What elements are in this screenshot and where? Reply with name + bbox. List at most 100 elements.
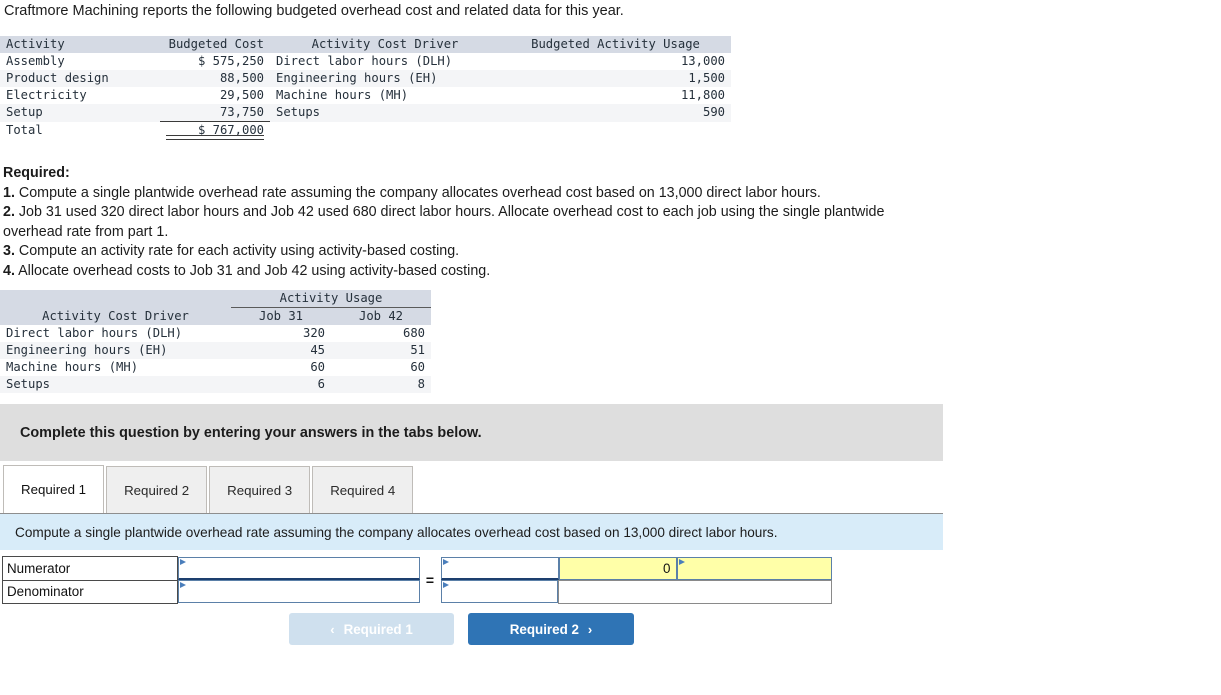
table-row: Direct labor hours (DLH) 320 680	[0, 325, 431, 342]
cell-activity: Electricity	[0, 87, 160, 104]
chevron-left-icon: ‹	[330, 621, 335, 637]
table-header-row: Activity Budgeted Cost Activity Cost Dri…	[0, 36, 731, 53]
col-job-42: Job 42	[331, 307, 431, 325]
tab-required-1-label: Required 1	[21, 482, 87, 497]
cell-job42: 680	[331, 325, 431, 342]
prev-required-label: Required 1	[343, 621, 413, 637]
col-activity-cost-driver: Activity Cost Driver	[0, 307, 231, 325]
overhead-rate-form: Numerator = 0 Denominator	[2, 556, 832, 604]
required-item-1-text: Compute a single plantwide overhead rate…	[14, 184, 821, 201]
tab-required-4[interactable]: Required 4	[312, 466, 414, 513]
required-item-2-num: 2.	[3, 204, 15, 220]
numerator-input[interactable]	[178, 556, 420, 580]
chevron-right-icon: ›	[587, 621, 593, 637]
table-span-header-row: Activity Usage	[0, 290, 431, 308]
cell-driver: Direct labor hours (DLH)	[0, 325, 231, 342]
cell-total-cost: $ 767,000	[160, 121, 270, 139]
col-budgeted-activity-usage: Budgeted Activity Usage	[500, 36, 731, 53]
cell-usage: 11,800	[500, 87, 731, 104]
result-value-cell[interactable]: 0	[558, 556, 677, 581]
cell-driver: Engineering hours (EH)	[0, 342, 231, 359]
intro-text: Craftmore Machining reports the followin…	[4, 3, 624, 19]
tab-required-2-label: Required 2	[124, 482, 190, 498]
required-item-1-num: 1.	[3, 184, 15, 201]
tab-required-3[interactable]: Required 3	[209, 466, 311, 513]
tab-required-2[interactable]: Required 2	[106, 466, 208, 513]
table-row: Setups 6 8	[0, 376, 431, 393]
required-item-2: 2. Job 31 used 320 direct labor hours an…	[3, 203, 933, 242]
required-item-1: 1. Compute a single plantwide overhead r…	[3, 184, 933, 204]
cell-cost: $ 575,250	[160, 53, 270, 70]
cell-driver: Engineering hours (EH)	[270, 70, 500, 87]
navigation-buttons: ‹ Required 1 Required 2 ›	[289, 613, 634, 645]
tab-required-4-label: Required 4	[330, 482, 396, 498]
table-row: Electricity 29,500 Machine hours (MH) 11…	[0, 87, 731, 104]
cell-job31: 60	[231, 359, 331, 376]
cell-driver: Setups	[270, 104, 500, 122]
required-block: Required: 1. Compute a single plantwide …	[3, 164, 933, 281]
col-activity-cost-driver: Activity Cost Driver	[270, 36, 500, 53]
result-unit-input[interactable]	[676, 556, 832, 580]
tab-instruction-text: Compute a single plantwide overhead rate…	[15, 524, 778, 540]
tab-instruction-banner: Compute a single plantwide overhead rate…	[0, 513, 943, 550]
col-activity: Activity	[0, 36, 160, 53]
required-item-3-text: Compute an activity rate for each activi…	[14, 243, 460, 259]
tab-required-1[interactable]: Required 1	[3, 465, 105, 513]
cell-activity: Setup	[0, 104, 160, 122]
required-item-2-text: Job 31 used 320 direct labor hours and J…	[3, 204, 885, 240]
table-row: Assembly $ 575,250 Direct labor hours (D…	[0, 53, 731, 70]
cell-activity: Assembly	[0, 53, 160, 70]
numerator-label: Numerator	[2, 556, 178, 581]
complete-question-text: Complete this question by entering your …	[20, 424, 482, 441]
budgeted-overhead-table: Activity Budgeted Cost Activity Cost Dri…	[0, 36, 731, 139]
cell-job42: 8	[331, 376, 431, 393]
result-unit-cell[interactable]	[676, 556, 832, 581]
cell-usage: 13,000	[500, 53, 731, 70]
question-page: Craftmore Machining reports the followin…	[0, 0, 1221, 695]
result-numerator-cell[interactable]	[440, 556, 559, 581]
numerator-input-cell[interactable]	[178, 556, 420, 581]
col-job-31: Job 31	[231, 307, 331, 325]
table-row: Engineering hours (EH) 45 51	[0, 342, 431, 359]
result-denominator-cell[interactable]	[440, 580, 559, 603]
result-empty-cell	[558, 579, 832, 604]
result-numerator-input[interactable]	[440, 556, 559, 580]
cell-usage: 1,500	[500, 70, 731, 87]
cell-job42: 51	[331, 342, 431, 359]
cell-cost: 29,500	[160, 87, 270, 104]
next-required-label: Required 2	[509, 621, 579, 637]
required-item-3: 3. Compute an activity rate for each act…	[3, 242, 933, 262]
col-budgeted-cost: Budgeted Cost	[160, 36, 270, 53]
next-required-button[interactable]: Required 2 ›	[468, 613, 634, 645]
cell-driver-empty	[270, 121, 500, 139]
required-item-3-num: 3.	[3, 243, 15, 259]
cell-job31: 45	[231, 342, 331, 359]
table-total-row: Total $ 767,000	[0, 121, 731, 139]
required-item-4-text: Allocate overhead costs to Job 31 and Jo…	[14, 262, 491, 279]
cell-usage-empty	[500, 121, 731, 139]
cell-cost: 88,500	[160, 70, 270, 87]
denominator-input[interactable]	[178, 580, 420, 603]
requirement-tabs: Required 1 Required 2 Required 3 Require…	[3, 465, 415, 513]
denominator-label: Denominator	[2, 580, 178, 604]
overhead-rate-result[interactable]: 0	[558, 556, 677, 580]
cell-driver: Machine hours (MH)	[0, 359, 231, 376]
denominator-input-cell[interactable]	[178, 580, 420, 603]
cell-activity: Product design	[0, 70, 160, 87]
span-spacer	[0, 290, 231, 308]
table-header-row: Activity Cost Driver Job 31 Job 42	[0, 307, 431, 325]
result-denominator-input[interactable]	[440, 580, 558, 603]
overhead-rate-value: 0	[663, 560, 671, 576]
complete-question-banner: Complete this question by entering your …	[0, 404, 943, 461]
required-item-4-num: 4.	[3, 262, 15, 279]
table-row: Product design 88,500 Engineering hours …	[0, 70, 731, 87]
cell-job31: 320	[231, 325, 331, 342]
table-row: Machine hours (MH) 60 60	[0, 359, 431, 376]
denominator-row: Denominator	[2, 579, 832, 604]
cell-driver: Direct labor hours (DLH)	[270, 53, 500, 70]
prev-required-button[interactable]: ‹ Required 1	[289, 613, 454, 645]
table-row: Setup 73,750 Setups 590	[0, 104, 731, 122]
cell-driver: Setups	[0, 376, 231, 393]
cell-driver: Machine hours (MH)	[270, 87, 500, 104]
answer-entry-area: Numerator = 0 Denominator	[2, 556, 832, 604]
